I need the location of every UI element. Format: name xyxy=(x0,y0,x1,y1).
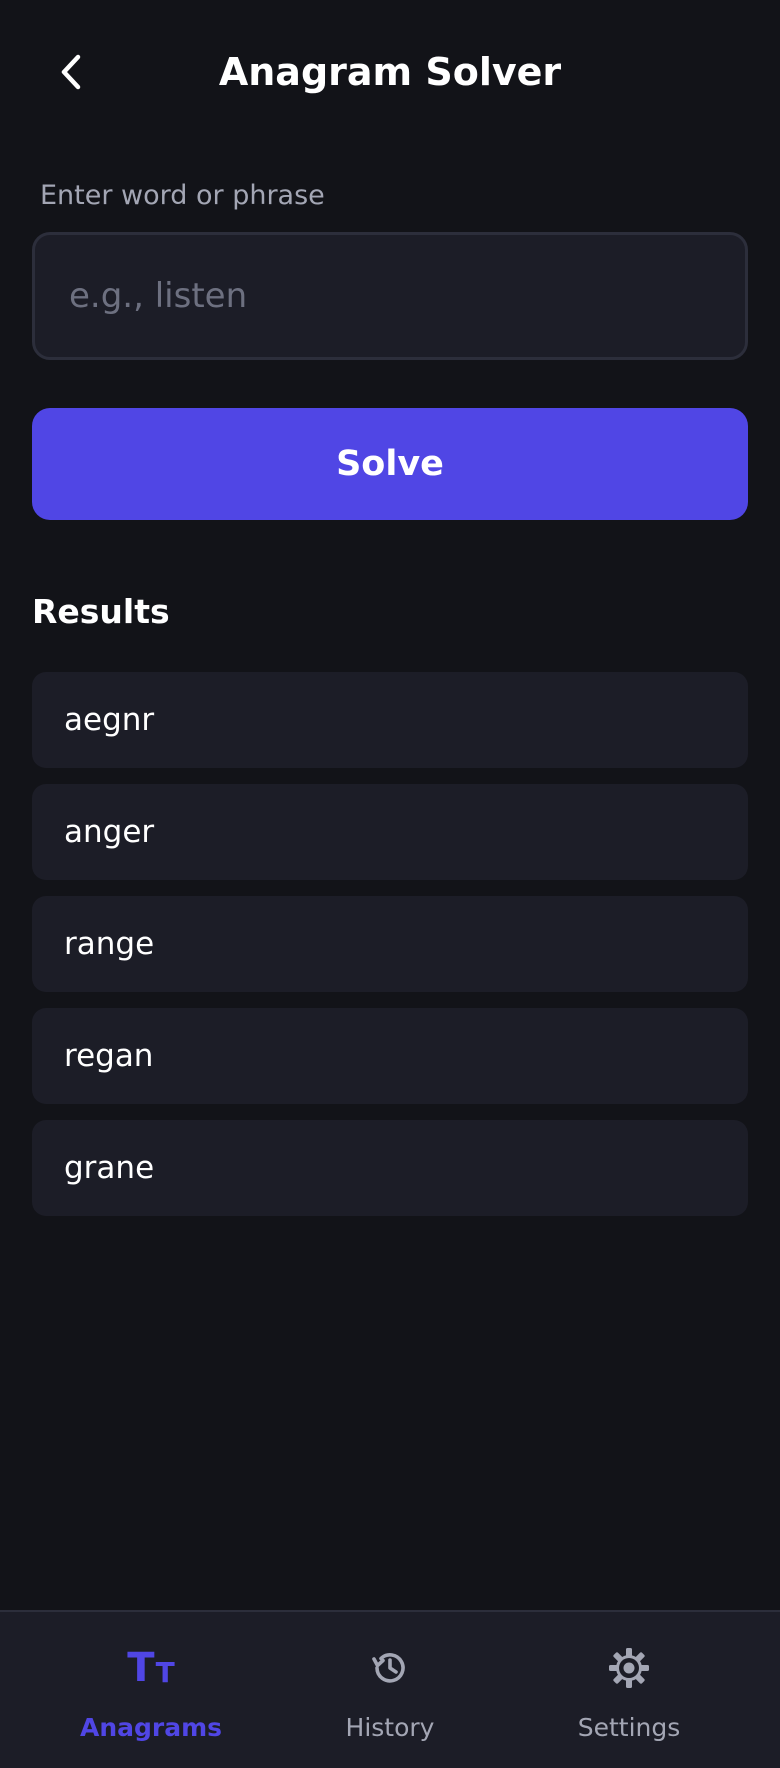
solve-button[interactable]: Solve xyxy=(32,408,748,520)
history-icon xyxy=(260,1642,520,1694)
result-item[interactable]: regan xyxy=(32,1008,748,1104)
nav-item-history[interactable]: History xyxy=(260,1612,520,1768)
result-item[interactable]: anger xyxy=(32,784,748,880)
word-input-label: Enter word or phrase xyxy=(40,180,325,211)
result-item[interactable]: grane xyxy=(32,1120,748,1216)
nav-item-anagrams[interactable]: TT Anagrams xyxy=(21,1612,281,1768)
text-size-icon: TT xyxy=(127,1645,175,1691)
nav-item-label: Anagrams xyxy=(79,1713,223,1742)
result-item[interactable]: aegnr xyxy=(32,672,748,768)
results-heading: Results xyxy=(32,592,170,631)
word-input-container xyxy=(32,232,748,360)
result-item[interactable]: range xyxy=(32,896,748,992)
nav-item-settings[interactable]: Settings xyxy=(499,1612,759,1768)
nav-item-label: Settings xyxy=(577,1713,681,1742)
bottom-navigation: TT Anagrams History Settings xyxy=(0,1610,780,1768)
nav-item-label: History xyxy=(345,1713,435,1742)
results-list: aegnr anger range regan grane xyxy=(32,672,748,1232)
page-title: Anagram Solver xyxy=(218,50,562,94)
gear-icon xyxy=(499,1642,759,1694)
app-header: Anagram Solver xyxy=(0,0,780,146)
word-input[interactable] xyxy=(35,235,745,357)
